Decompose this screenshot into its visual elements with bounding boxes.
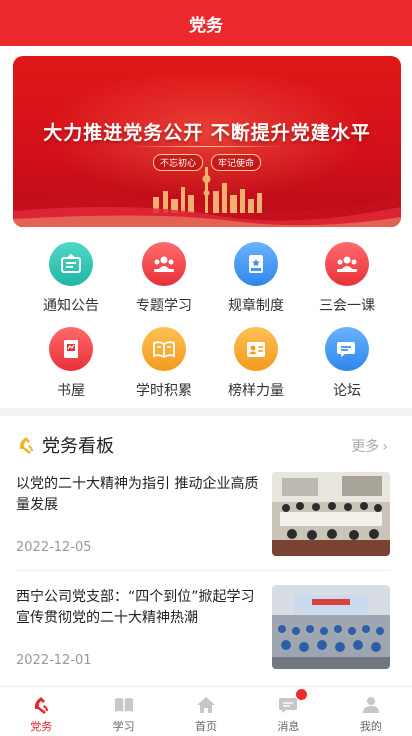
tab-label: 首页 (195, 720, 218, 733)
menu-label: 专题学习 (136, 298, 192, 314)
menu-item-forum[interactable]: 论坛 (297, 327, 397, 400)
news-date: 2022-12-01 (16, 653, 92, 668)
menu-label: 规章制度 (228, 298, 284, 314)
banner-headline: 大力推进党务公开 不断提升党建水平 (43, 122, 371, 144)
news-thumbnail-meeting-room (272, 472, 390, 556)
news-divider (16, 570, 390, 571)
more-link[interactable]: 更多 › (351, 436, 388, 456)
menu-item-study-hours[interactable]: 学时积累 (114, 327, 214, 400)
party-emblem-icon (19, 437, 33, 454)
board-title: 党务看板 (42, 436, 114, 457)
news-title: 以党的二十大精神为指引 推动企业高质量发展 (16, 476, 259, 513)
news-title: 西宁公司党支部：“四个到位”掀起学习宣传贯彻党的二十大精神热潮 (16, 589, 255, 626)
menu-item-role-models[interactable]: 榜样力量 (206, 327, 306, 400)
news-item[interactable]: 以党的二十大精神为指引 推动企业高质量发展 2022-12-05 (16, 472, 390, 564)
top-bar: 党务 (0, 0, 412, 46)
rules-book-icon (234, 242, 278, 286)
book-icon (82, 695, 164, 715)
home-icon (165, 695, 247, 715)
user-icon (330, 695, 412, 715)
page-title: 党务 (189, 15, 223, 36)
menu-item-topic-study[interactable]: 专题学习 (114, 242, 214, 315)
tab-profile[interactable]: 我的 (330, 687, 412, 736)
menu-item-notice[interactable]: 通知公告 (21, 242, 121, 315)
menu-item-meetings[interactable]: 三会一课 (297, 242, 397, 315)
news-thumbnail-lecture-hall (272, 585, 390, 669)
menu-item-rules[interactable]: 规章制度 (206, 242, 306, 315)
chevron-right-icon: › (382, 439, 388, 455)
bottom-tab-bar: 党务 学习 首页 消息 我的 (0, 686, 412, 736)
party-emblem-icon (0, 695, 82, 715)
news-item[interactable]: 西宁公司党支部：“四个到位”掀起学习宣传贯彻党的二十大精神热潮 2022-12-… (16, 585, 390, 677)
bookshelf-icon (49, 327, 93, 371)
menu-label: 论坛 (333, 383, 361, 399)
tab-label: 我的 (359, 720, 382, 733)
tab-party-affairs[interactable]: 党务 (0, 687, 82, 736)
group-study-icon (142, 242, 186, 286)
city-skyline-illustration (13, 167, 401, 227)
message-icon (247, 695, 329, 715)
banner-carousel[interactable]: 大力推进党务公开 不断提升党建水平 不忘初心 牢记使命 (13, 56, 401, 227)
chat-icon (325, 327, 369, 371)
section-divider (0, 408, 412, 416)
menu-label: 通知公告 (43, 298, 99, 314)
tab-label: 学习 (112, 720, 135, 733)
tab-study[interactable]: 学习 (82, 687, 164, 736)
menu-label: 学时积累 (136, 383, 192, 399)
open-book-icon (142, 327, 186, 371)
meeting-icon (325, 242, 369, 286)
party-affairs-page: 党务 大力推进党务公开 不断提升党建水平 不忘初心 牢记使命 通知公告 专题学习… (0, 0, 412, 736)
menu-label: 书屋 (57, 383, 85, 399)
role-model-icon (234, 327, 278, 371)
menu-label: 榜样力量 (228, 383, 284, 399)
menu-label: 三会一课 (319, 298, 375, 314)
tab-label: 消息 (277, 720, 300, 733)
menu-item-bookshelf[interactable]: 书屋 (21, 327, 121, 400)
party-board-header: 党务看板 更多 › (16, 432, 396, 458)
notice-icon (49, 242, 93, 286)
tab-home[interactable]: 首页 (165, 687, 247, 736)
more-label: 更多 (351, 439, 380, 455)
tab-messages[interactable]: 消息 (247, 687, 329, 736)
banner-divider (131, 146, 283, 147)
news-date: 2022-12-05 (16, 540, 92, 555)
tab-label: 党务 (30, 720, 53, 733)
